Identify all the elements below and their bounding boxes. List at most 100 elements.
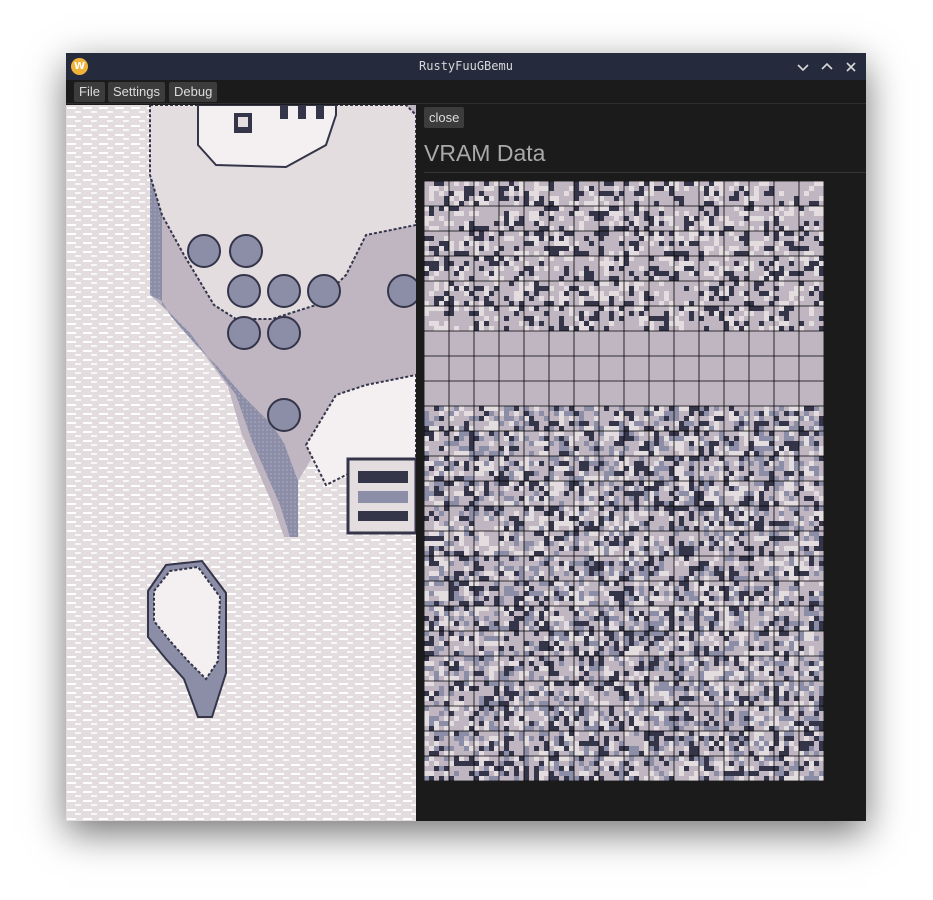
vram-tile	[524, 281, 549, 306]
vram-tile	[724, 506, 749, 531]
vram-tile	[449, 706, 474, 731]
vram-tile	[724, 381, 749, 406]
vram-tile	[524, 606, 549, 631]
vram-tile	[549, 356, 574, 381]
vram-tile	[799, 556, 824, 581]
vram-tile	[624, 581, 649, 606]
vram-tile	[574, 606, 599, 631]
vram-tile	[724, 531, 749, 556]
vram-tile	[624, 381, 649, 406]
close-icon	[846, 62, 856, 72]
vram-tile	[674, 456, 699, 481]
vram-tile	[499, 706, 524, 731]
vram-tile	[574, 481, 599, 506]
menu-settings[interactable]: Settings	[108, 82, 165, 102]
vram-tile	[749, 306, 774, 331]
vram-tile	[599, 681, 624, 706]
vram-tile	[424, 756, 449, 781]
vram-tile	[774, 581, 799, 606]
vram-tile	[749, 656, 774, 681]
vram-tile	[599, 631, 624, 656]
vram-tile	[674, 731, 699, 756]
vram-tile	[524, 731, 549, 756]
vram-tile	[499, 581, 524, 606]
vram-tile	[799, 581, 824, 606]
minimize-button[interactable]	[792, 53, 814, 80]
close-window-button[interactable]	[840, 53, 862, 80]
vram-tile	[549, 731, 574, 756]
vram-tile	[549, 631, 574, 656]
vram-tile	[774, 306, 799, 331]
vram-tile	[499, 406, 524, 431]
vram-tile	[749, 206, 774, 231]
vram-tile	[699, 406, 724, 431]
vram-tile	[574, 281, 599, 306]
vram-tile	[774, 481, 799, 506]
vram-tile	[699, 431, 724, 456]
vram-tile	[649, 206, 674, 231]
vram-tile	[574, 556, 599, 581]
emulator-window: W RustyFuuGBemu File Settings Debug clos…	[66, 53, 866, 821]
vram-tile	[574, 231, 599, 256]
menu-divider	[66, 103, 866, 104]
vram-tile	[699, 606, 724, 631]
vram-tile	[499, 556, 524, 581]
vram-tile	[624, 681, 649, 706]
vram-tile	[424, 206, 449, 231]
vram-tile	[474, 456, 499, 481]
vram-tile	[649, 306, 674, 331]
vram-tile	[499, 681, 524, 706]
vram-tile	[749, 481, 774, 506]
title-bar[interactable]: W RustyFuuGBemu	[66, 53, 866, 80]
close-panel-button[interactable]: close	[424, 107, 465, 128]
vram-tile	[549, 556, 574, 581]
vram-tile	[424, 531, 449, 556]
vram-tile	[624, 531, 649, 556]
vram-tile	[424, 356, 449, 381]
vram-tile	[674, 231, 699, 256]
vram-tile	[599, 481, 624, 506]
vram-tile	[499, 206, 524, 231]
vram-tile	[599, 256, 624, 281]
vram-tile	[624, 231, 649, 256]
vram-tile	[449, 606, 474, 631]
vram-tile	[724, 431, 749, 456]
vram-tile	[549, 331, 574, 356]
vram-tile	[474, 406, 499, 431]
menu-debug[interactable]: Debug	[169, 82, 218, 102]
vram-tile	[649, 331, 674, 356]
vram-tile	[474, 706, 499, 731]
vram-tile	[749, 356, 774, 381]
vram-tile	[549, 506, 574, 531]
vram-tile	[424, 581, 449, 606]
vram-tile	[474, 606, 499, 631]
vram-tile	[524, 581, 549, 606]
vram-tile	[699, 181, 724, 206]
vram-tile	[499, 231, 524, 256]
vram-tile	[524, 331, 549, 356]
vram-tile	[774, 706, 799, 731]
vram-tile	[499, 606, 524, 631]
vram-tile	[724, 631, 749, 656]
vram-tile	[724, 681, 749, 706]
vram-tile	[799, 331, 824, 356]
menu-file[interactable]: File	[74, 82, 105, 102]
vram-tile	[674, 281, 699, 306]
vram-tile	[424, 706, 449, 731]
vram-tile	[699, 556, 724, 581]
vram-tile	[749, 331, 774, 356]
vram-tile	[724, 306, 749, 331]
maximize-icon	[821, 62, 833, 70]
vram-tile	[799, 181, 824, 206]
vram-tile	[799, 231, 824, 256]
maximize-button[interactable]	[816, 53, 838, 80]
vram-tile	[699, 531, 724, 556]
vram-tile	[424, 606, 449, 631]
vram-tile	[549, 606, 574, 631]
vram-tile	[499, 331, 524, 356]
vram-tile	[749, 456, 774, 481]
vram-tile	[524, 556, 549, 581]
vram-tile	[649, 681, 674, 706]
vram-tile	[524, 631, 549, 656]
vram-tile	[774, 456, 799, 481]
